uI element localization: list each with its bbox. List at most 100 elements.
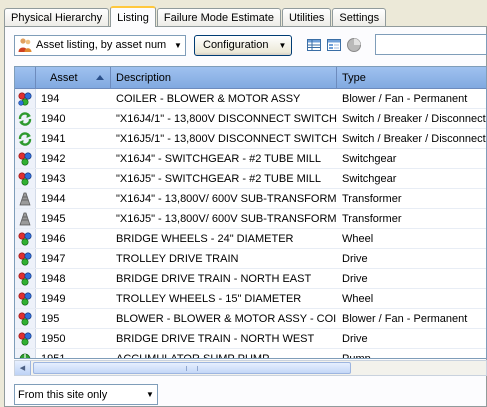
table-row[interactable]: 1945 "X16J5" - 13,800V/ 600V SUB-TRANSFOR… <box>15 209 486 229</box>
asset-cell: 1949 <box>41 292 66 305</box>
table-row[interactable]: 194 COILER - BLOWER & MOTOR ASSY Blower / … <box>15 89 486 109</box>
pump-icon <box>19 353 31 358</box>
type-cell: Blower / Fan - Permanent <box>342 312 468 325</box>
chevron-down-icon: ▼ <box>146 390 154 399</box>
tab-failure-mode-estimate[interactable]: Failure Mode Estimate <box>156 8 281 27</box>
scroll-thumb[interactable] <box>33 362 351 374</box>
component-icon <box>18 231 32 246</box>
row-icon-cell <box>15 209 36 228</box>
table-row[interactable]: 1940 "X16J4/1" - 13,800V DISCONNECT SWITC… <box>15 109 486 129</box>
component-icon <box>18 91 32 106</box>
asset-cell: 1950 <box>41 332 66 345</box>
table-row[interactable]: 1942 "X16J4" - SWITCHGEAR - #2 TUBE MILL S… <box>15 149 486 169</box>
asset-cell: 1946 <box>41 232 66 245</box>
view-select[interactable]: Asset listing, by asset num ▼ <box>14 34 186 56</box>
asset-cell: 1948 <box>41 272 66 285</box>
row-icon-cell <box>15 109 36 128</box>
type-cell: Switch / Breaker / Disconnect <box>342 112 486 125</box>
component-icon <box>18 331 32 346</box>
site-filter-select[interactable]: From this site only ▼ <box>14 384 158 405</box>
transformer-icon <box>19 192 31 205</box>
asset-cell: 195 <box>41 312 60 325</box>
type-cell: Drive <box>342 252 368 265</box>
row-icon-cell <box>15 269 36 288</box>
header-icon-column[interactable] <box>15 67 36 89</box>
asset-cell: 1942 <box>41 152 66 165</box>
tab-utilities[interactable]: Utilities <box>281 8 332 27</box>
row-icon-cell <box>15 229 36 248</box>
description-cell: "X16J5/1" - 13,800V DISCONNECT SWITCH... <box>116 132 337 145</box>
row-icon-cell <box>15 89 36 108</box>
row-icon-cell <box>15 169 36 188</box>
component-icon <box>18 171 32 186</box>
type-cell: Switchgear <box>342 172 397 185</box>
column-header-label: Asset <box>50 72 78 84</box>
configuration-label: Configuration <box>203 39 269 51</box>
row-icon-cell <box>15 249 36 268</box>
component-icon <box>18 151 32 166</box>
table-row[interactable]: 1946 BRIDGE WHEELS - 24" DIAMETER Wheel <box>15 229 486 249</box>
column-header-label: Description <box>116 72 172 84</box>
description-cell: "X16J4/1" - 13,800V DISCONNECT SWITCH... <box>116 112 337 125</box>
transformer-icon <box>19 212 31 225</box>
description-cell: TROLLEY DRIVE TRAIN <box>116 252 239 265</box>
table-row[interactable]: 1943 "X16J5" - SWITCHGEAR - #2 TUBE MILL S… <box>15 169 486 189</box>
row-icon-cell <box>15 329 36 348</box>
tab-strip: Physical Hierarchy Listing Failure Mode … <box>4 6 387 27</box>
chart-button[interactable] <box>344 35 364 55</box>
site-filter-value: From this site only <box>18 388 108 401</box>
search-input[interactable] <box>375 34 487 55</box>
form-view-icon <box>327 39 341 51</box>
asset-cell: 1945 <box>41 212 66 225</box>
row-icon-cell <box>15 309 36 328</box>
column-header-description[interactable]: Description <box>111 67 337 89</box>
chevron-down-icon: ▼ <box>174 40 182 50</box>
description-cell: "X16J4" - SWITCHGEAR - #2 TUBE MILL <box>116 152 322 165</box>
pie-chart-icon <box>347 38 361 52</box>
table-row[interactable]: 1951 ACCUMULATOR SUMP PUMP Pump <box>15 349 486 359</box>
scroll-left-button[interactable]: ◀ <box>15 361 31 375</box>
asset-cell: 1944 <box>41 192 66 205</box>
column-header-type[interactable]: Type <box>337 67 486 89</box>
table-row[interactable]: 1944 "X16J4" - 13,800V/ 600V SUB-TRANSFOR… <box>15 189 486 209</box>
type-cell: Wheel <box>342 292 374 305</box>
detail-view-button[interactable] <box>324 35 344 55</box>
description-cell: BRIDGE DRIVE TRAIN - NORTH WEST <box>116 332 315 345</box>
type-cell: Switchgear <box>342 152 397 165</box>
asset-cell: 194 <box>41 92 60 105</box>
tab-physical-hierarchy[interactable]: Physical Hierarchy <box>4 8 110 27</box>
grid-view-button[interactable] <box>304 35 324 55</box>
switch-icon <box>18 111 32 126</box>
configuration-button[interactable]: Configuration ▼ <box>194 34 292 56</box>
table-row[interactable]: 1949 TROLLEY WHEELS - 15" DIAMETER Wheel <box>15 289 486 309</box>
description-cell: TROLLEY WHEELS - 15" DIAMETER <box>116 292 302 305</box>
asset-cell: 1940 <box>41 112 66 125</box>
table-view-icon <box>307 39 321 51</box>
row-icon-cell <box>15 129 36 148</box>
people-icon <box>18 38 32 52</box>
description-cell: BLOWER - BLOWER & MOTOR ASSY - COILER <box>116 312 337 325</box>
asset-cell: 1951 <box>41 352 66 359</box>
asset-cell: 1947 <box>41 252 66 265</box>
tab-listing[interactable]: Listing <box>110 6 156 27</box>
component-icon <box>18 291 32 306</box>
component-icon <box>18 311 32 326</box>
type-cell: Switch / Breaker / Disconnect <box>342 132 486 145</box>
type-cell: Drive <box>342 272 368 285</box>
table-row[interactable]: 1948 BRIDGE DRIVE TRAIN - NORTH EAST Drive <box>15 269 486 289</box>
listing-toolbar: Asset listing, by asset num ▼ Configurat… <box>14 34 364 56</box>
type-cell: Blower / Fan - Permanent <box>342 92 468 105</box>
table-row[interactable]: 195 BLOWER - BLOWER & MOTOR ASSY - COILER… <box>15 309 486 329</box>
description-cell: "X16J4" - 13,800V/ 600V SUB-TRANSFORM... <box>116 192 337 205</box>
description-cell: BRIDGE DRIVE TRAIN - NORTH EAST <box>116 272 312 285</box>
table-row[interactable]: 1950 BRIDGE DRIVE TRAIN - NORTH WEST Drive <box>15 329 486 349</box>
column-header-asset[interactable]: Asset <box>36 67 111 89</box>
component-icon <box>18 271 32 286</box>
table-row[interactable]: 1941 "X16J5/1" - 13,800V DISCONNECT SWITC… <box>15 129 486 149</box>
table-row[interactable]: 1947 TROLLEY DRIVE TRAIN Drive <box>15 249 486 269</box>
type-cell: Pump <box>342 352 371 359</box>
tab-settings[interactable]: Settings <box>332 8 387 27</box>
description-cell: BRIDGE WHEELS - 24" DIAMETER <box>116 232 294 245</box>
asset-cell: 1941 <box>41 132 66 145</box>
horizontal-scrollbar[interactable]: ◀ <box>14 360 487 376</box>
